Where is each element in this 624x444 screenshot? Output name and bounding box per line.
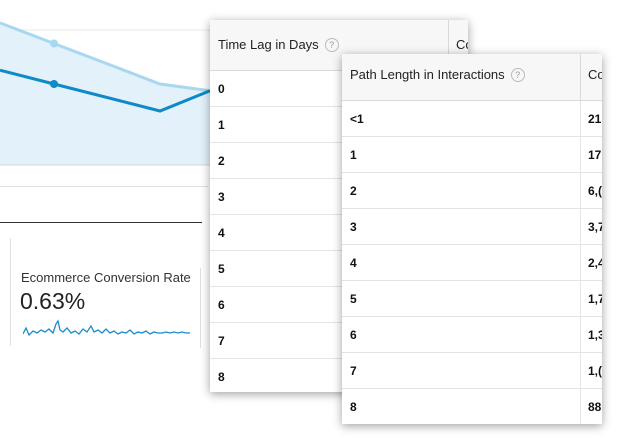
- row-label: 4: [350, 256, 357, 270]
- row-label: 2: [350, 184, 357, 198]
- column-header-time-lag[interactable]: Time Lag in Days?: [218, 37, 339, 52]
- table-row[interactable]: 7 1,(: [342, 353, 602, 389]
- help-icon[interactable]: ?: [324, 38, 339, 52]
- cell-divider: [580, 353, 581, 388]
- column-header-label: Path Length in Interactions: [350, 67, 505, 82]
- metric-card-ecommerce-conversion-rate[interactable]: Ecommerce Conversion Rate 0.63%: [10, 238, 203, 348]
- row-label: 6: [218, 298, 225, 312]
- row-value: 3,7: [588, 220, 602, 234]
- row-label: 8: [218, 370, 225, 384]
- chart-point-light[interactable]: [50, 39, 58, 48]
- help-icon[interactable]: ?: [510, 68, 525, 82]
- row-label: 5: [218, 262, 225, 276]
- column-divider: [580, 54, 581, 100]
- chart-area-fill: [0, 22, 210, 166]
- cell-divider: [580, 173, 581, 208]
- cell-divider: [580, 245, 581, 280]
- cell-divider: [580, 389, 581, 424]
- table-row[interactable]: 5 1,7: [342, 281, 602, 317]
- row-value: 21: [588, 112, 602, 126]
- row-value: 1,(: [588, 364, 602, 378]
- row-label: 3: [350, 220, 357, 234]
- metric-label: Ecommerce Conversion Rate: [21, 270, 191, 285]
- card-divider: [200, 268, 201, 348]
- row-label: 2: [218, 154, 225, 168]
- row-value: 17: [588, 148, 602, 162]
- row-label: 5: [350, 292, 357, 306]
- row-label: 7: [350, 364, 357, 378]
- row-label: 1: [218, 118, 225, 132]
- metric-value: 0.63%: [20, 288, 86, 314]
- row-label: 3: [218, 190, 225, 204]
- path-length-table: Path Length in Interactions? Co <1 21 1 17 2…: [342, 54, 602, 424]
- column-header-label: Time Lag in Days: [218, 37, 319, 52]
- table-row[interactable]: 8 88: [342, 389, 602, 424]
- row-label: 4: [218, 226, 225, 240]
- row-value: 88: [588, 400, 602, 414]
- table-row[interactable]: 2 6,(: [342, 173, 602, 209]
- column-header-second[interactable]: Co: [588, 67, 602, 82]
- table-row[interactable]: 3 3,7: [342, 209, 602, 245]
- row-label: 8: [350, 400, 357, 414]
- row-value: 2,4: [588, 256, 602, 270]
- column-header-path-length[interactable]: Path Length in Interactions?: [350, 67, 525, 82]
- row-value: 1,3: [588, 328, 602, 342]
- table-row[interactable]: 4 2,4: [342, 245, 602, 281]
- chart-point-dark[interactable]: [50, 80, 58, 88]
- row-label: 1: [350, 148, 357, 162]
- row-value: 1,7: [588, 292, 602, 306]
- row-label: <1: [350, 112, 364, 126]
- metric-sparkline: [23, 319, 190, 337]
- row-label: 0: [218, 82, 225, 96]
- table-header: Path Length in Interactions? Co: [342, 54, 602, 101]
- row-label: 7: [218, 334, 225, 348]
- cell-divider: [580, 101, 581, 136]
- divider: [0, 222, 202, 223]
- row-label: 6: [350, 328, 357, 342]
- divider: [0, 186, 208, 187]
- cell-divider: [580, 137, 581, 172]
- row-value: 6,(: [588, 184, 602, 198]
- table-row[interactable]: <1 21: [342, 101, 602, 137]
- table-body: <1 21 1 17 2 6,(3 3,7 4 2,4 5 1,7 6 1,3 7 1,(8 88: [342, 101, 602, 424]
- table-row[interactable]: 1 17: [342, 137, 602, 173]
- cell-divider: [580, 317, 581, 352]
- cell-divider: [580, 281, 581, 316]
- column-header-second[interactable]: Co: [456, 37, 468, 52]
- cell-divider: [580, 209, 581, 244]
- line-chart: [0, 21, 210, 166]
- table-row[interactable]: 6 1,3: [342, 317, 602, 353]
